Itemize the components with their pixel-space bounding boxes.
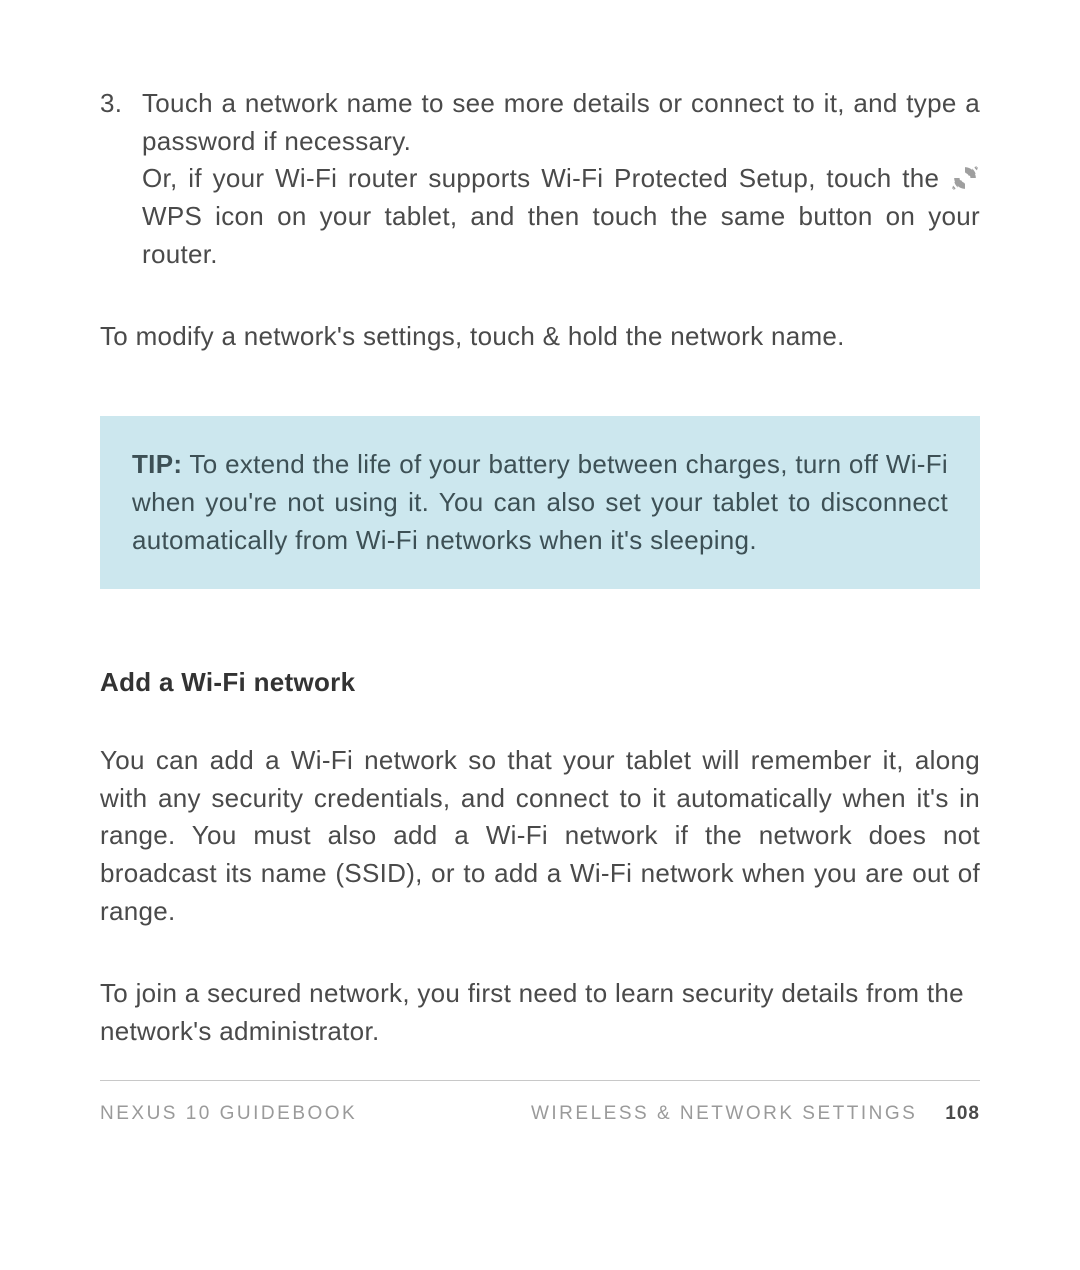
list-number: 3. xyxy=(100,85,122,123)
page-footer: NEXUS 10 GUIDEBOOK WIRELESS & NETWORK SE… xyxy=(100,1080,980,1125)
wps-icon xyxy=(952,164,978,190)
tip-body: To extend the life of your battery betwe… xyxy=(132,449,948,554)
footer-section: WIRELESS & NETWORK SETTINGS 108 xyxy=(531,1103,980,1125)
add-network-para-1: You can add a Wi-Fi network so that your… xyxy=(100,742,980,930)
add-network-para-2: To join a secured network, you first nee… xyxy=(100,975,980,1050)
list-text-line1: Touch a network name to see more details… xyxy=(142,88,980,156)
body-content: 3. Touch a network name to see more deta… xyxy=(100,85,980,1051)
list-text-before-icon: Or, if your Wi-Fi router supports Wi-Fi … xyxy=(142,163,950,193)
list-text-after-icon: WPS icon on your tablet, and then touch … xyxy=(142,201,980,269)
page-number: 108 xyxy=(945,1103,980,1124)
footer-book-title: NEXUS 10 GUIDEBOOK xyxy=(100,1103,357,1125)
tip-label: TIP: xyxy=(132,449,182,479)
section-heading: Add a Wi-Fi network xyxy=(100,664,980,702)
modify-paragraph: To modify a network's settings, touch & … xyxy=(100,318,980,356)
document-page: 3. Touch a network name to see more deta… xyxy=(0,0,1080,1270)
footer-section-title: WIRELESS & NETWORK SETTINGS xyxy=(531,1103,917,1124)
numbered-list-item: 3. Touch a network name to see more deta… xyxy=(100,85,980,273)
tip-callout: TIP: To extend the life of your battery … xyxy=(100,416,980,589)
